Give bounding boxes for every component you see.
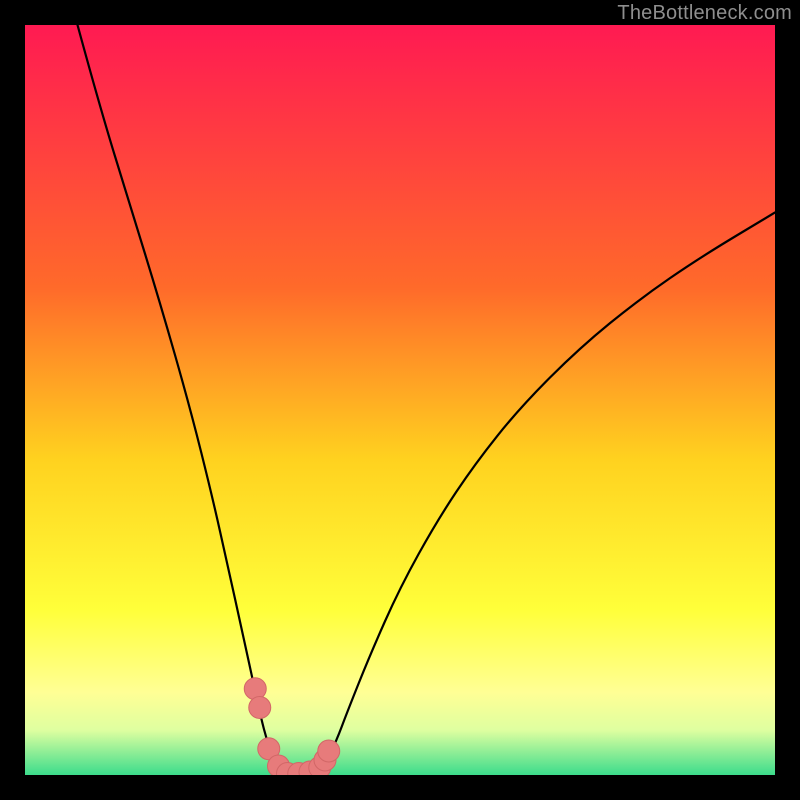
bottleneck-chart [25, 25, 775, 775]
gradient-background [25, 25, 775, 775]
chart-frame [25, 25, 775, 775]
curve-marker [244, 678, 266, 700]
attribution-text: TheBottleneck.com [617, 2, 792, 25]
curve-marker [318, 740, 340, 762]
curve-marker [249, 697, 271, 719]
